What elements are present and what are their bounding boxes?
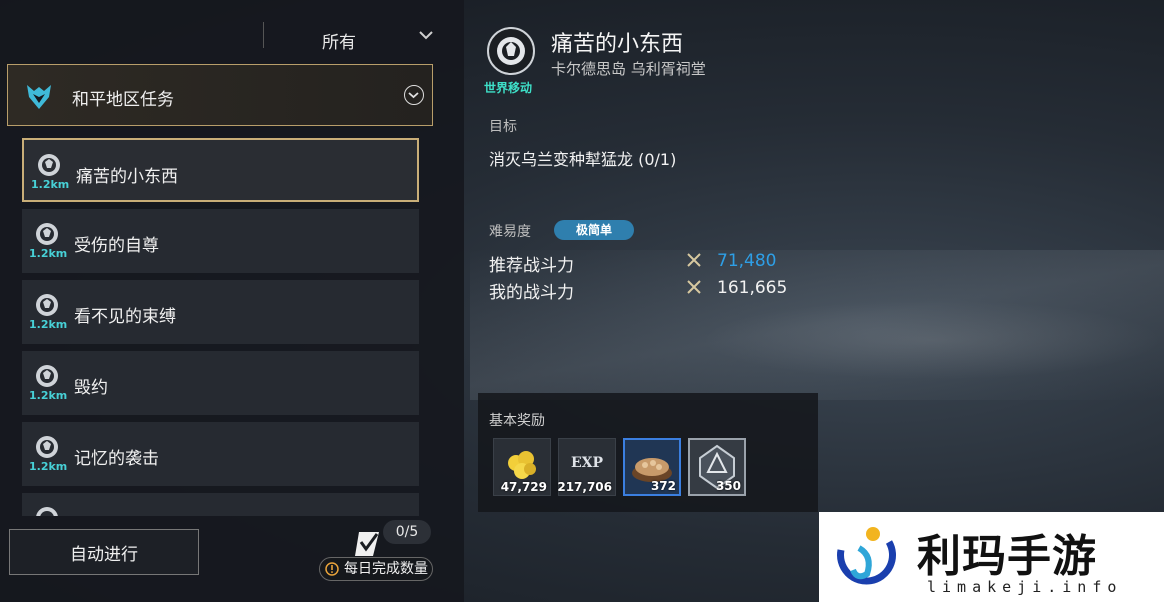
chevron-down-icon bbox=[408, 92, 419, 99]
reward-item[interactable]: 47,729 bbox=[493, 438, 551, 496]
world-move-icon bbox=[36, 436, 58, 458]
quest-type-label: 世界移动 bbox=[484, 81, 533, 95]
world-move-icon bbox=[36, 223, 58, 245]
my-power-label: 我的战斗力 bbox=[489, 283, 574, 303]
auto-proceed-button[interactable]: 自动进行 bbox=[9, 529, 199, 575]
quest-distance: 1.2km bbox=[29, 318, 68, 331]
crossed-swords-icon bbox=[687, 253, 701, 267]
my-power-value: 161,665 bbox=[717, 278, 788, 298]
quest-list-item-partial[interactable] bbox=[22, 493, 419, 516]
collapse-toggle[interactable] bbox=[404, 85, 424, 105]
quest-distance: 1.2km bbox=[29, 247, 68, 260]
watermark: 利玛手游 limakeji.info bbox=[819, 512, 1164, 602]
quest-location: 卡尔德思岛 乌利胥祠堂 bbox=[551, 60, 706, 78]
reward-quantity: 47,729 bbox=[500, 480, 547, 494]
recommended-power-label: 推荐战斗力 bbox=[489, 256, 574, 276]
quest-distance: 1.2km bbox=[31, 178, 70, 191]
quest-list-item[interactable]: 1.2km 受伤的自尊 bbox=[22, 209, 419, 273]
recommended-power-value: 71,480 bbox=[717, 251, 777, 271]
rewards-title: 基本奖励 bbox=[489, 413, 545, 429]
quest-label: 看不见的束缚 bbox=[74, 307, 176, 327]
rewards-panel: 基本奖励 47,729 EXP 217,706 372 350 bbox=[478, 393, 818, 512]
filter-divider bbox=[263, 22, 264, 48]
reward-quantity: 350 bbox=[715, 479, 741, 493]
reward-item[interactable]: EXP 217,706 bbox=[557, 438, 616, 496]
quest-label: 毁约 bbox=[74, 378, 108, 398]
objective-heading: 目标 bbox=[489, 119, 517, 135]
filter-dropdown[interactable]: 所有 bbox=[0, 8, 464, 58]
quest-title: 痛苦的小东西 bbox=[551, 32, 684, 57]
world-move-icon bbox=[38, 154, 60, 176]
difficulty-heading: 难易度 bbox=[489, 224, 531, 240]
reward-item[interactable]: 372 bbox=[623, 438, 681, 496]
region-header[interactable]: 和平地区任务 bbox=[7, 64, 433, 126]
world-move-icon bbox=[36, 365, 58, 387]
quest-distance: 1.2km bbox=[29, 389, 68, 402]
difficulty-badge: 极简单 bbox=[554, 220, 634, 240]
quest-list-panel: 所有 和平地区任务 1.2km 痛苦的小东西 1.2km 受伤的自尊 1.2km… bbox=[0, 0, 464, 602]
reward-quantity: 217,706 bbox=[557, 480, 612, 494]
daily-completion-label: 每日完成数量 bbox=[344, 561, 428, 577]
background-mist bbox=[700, 300, 1164, 380]
quest-list-item[interactable]: 1.2km 记忆的袭击 bbox=[22, 422, 419, 486]
region-label: 和平地区任务 bbox=[72, 90, 174, 110]
quest-label: 记忆的袭击 bbox=[74, 449, 159, 469]
world-move-icon bbox=[36, 294, 58, 316]
quest-label: 痛苦的小东西 bbox=[76, 167, 178, 187]
daily-completion-button[interactable]: 每日完成数量 bbox=[319, 557, 433, 581]
quest-distance: 1.2km bbox=[29, 460, 68, 473]
crossed-swords-icon bbox=[687, 280, 701, 294]
exp-icon: EXP bbox=[571, 455, 604, 471]
quest-label: 受伤的自尊 bbox=[74, 236, 159, 256]
quest-list[interactable]: 1.2km 痛苦的小东西 1.2km 受伤的自尊 1.2km 看不见的束缚 1.… bbox=[22, 138, 420, 516]
chevron-down-icon bbox=[419, 31, 433, 40]
filter-selected-label: 所有 bbox=[322, 33, 356, 53]
alert-icon bbox=[325, 562, 339, 576]
daily-count: 0/5 bbox=[383, 520, 431, 544]
watermark-text: 利玛手游 bbox=[917, 531, 1097, 582]
quest-list-item[interactable]: 1.2km 看不见的束缚 bbox=[22, 280, 419, 344]
demon-crest-icon bbox=[27, 85, 51, 109]
reward-quantity: 372 bbox=[650, 479, 676, 493]
quest-list-item[interactable]: 1.2km 痛苦的小东西 bbox=[22, 138, 419, 202]
world-move-icon bbox=[36, 507, 58, 516]
world-move-icon bbox=[487, 27, 535, 75]
watermark-url: limakeji.info bbox=[927, 578, 1123, 596]
objective-text: 消灭乌兰变种犎猛龙 (0/1) bbox=[489, 150, 677, 169]
quest-list-item[interactable]: 1.2km 毁约 bbox=[22, 351, 419, 415]
watermark-logo bbox=[837, 527, 896, 585]
reward-item[interactable]: 350 bbox=[688, 438, 746, 496]
